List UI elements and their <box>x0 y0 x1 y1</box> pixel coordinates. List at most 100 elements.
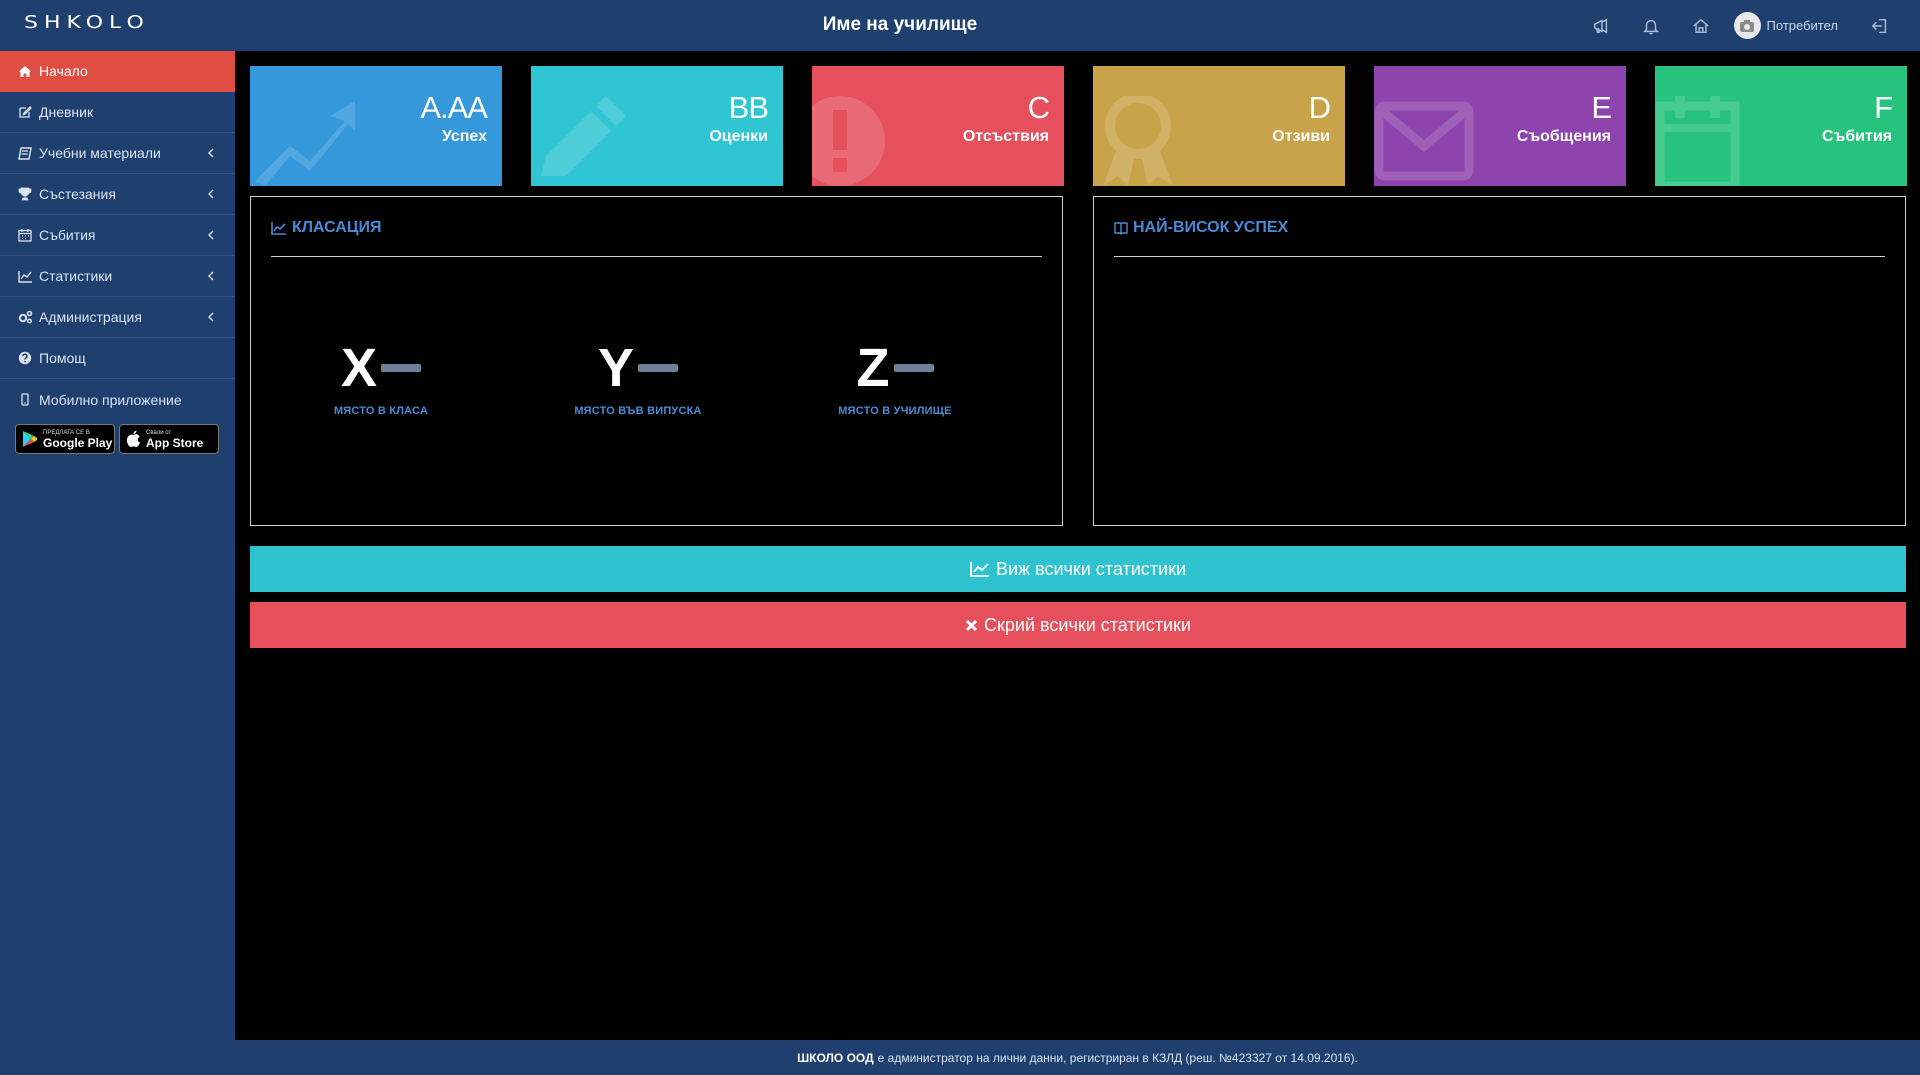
chevron-left-icon <box>208 230 214 240</box>
announcement-icon[interactable] <box>1576 0 1626 51</box>
book-icon <box>1114 222 1128 235</box>
trend-icon <box>255 101 355 186</box>
sidebar-item-events[interactable]: Събития <box>0 215 235 256</box>
footer-company: ШКОЛО ООД <box>797 1050 874 1065</box>
sidebar-item-mobile-app[interactable]: Мобилно приложение <box>0 379 235 420</box>
rank-school: Z МЯСТО В УЧИЛИЩЕ <box>805 337 985 417</box>
sidebar: Начало Дневник Учебни материали Състезан… <box>0 51 235 1075</box>
bell-icon[interactable] <box>1626 0 1676 51</box>
sidebar-item-label: Учебни материали <box>39 145 161 161</box>
view-all-statistics-button[interactable]: Виж всички статистики <box>250 546 1906 592</box>
page-title: Име на училище <box>822 14 978 35</box>
hide-all-statistics-button[interactable]: Скрий всички статистики <box>250 602 1906 648</box>
divider <box>1114 256 1885 257</box>
calendar-icon <box>17 228 33 242</box>
app-store-button[interactable]: Свали от App Store <box>119 424 219 454</box>
user-name: Потребител <box>1766 18 1838 33</box>
cogs-icon <box>17 310 33 324</box>
sidebar-item-label: Помощ <box>39 350 86 366</box>
chevron-left-icon <box>208 189 214 199</box>
google-play-button[interactable]: ПРЕДЛАГА СЕ В Google Play <box>15 424 115 454</box>
tile-absences[interactable]: C Отсъствия <box>812 66 1064 186</box>
top-success-title: НАЙ-ВИСОК УСПЕХ <box>1133 219 1289 236</box>
user-menu[interactable]: Потребител <box>1733 12 1838 39</box>
rank-caption: МЯСТО В КЛАСА <box>333 405 429 417</box>
tile-value: BB <box>728 90 769 125</box>
panel-title: НАЙ-ВИСОК УСПЕХ <box>1114 219 1288 237</box>
button-label: Скрий всички статистики <box>984 614 1191 635</box>
google-play-label: Google Play <box>43 435 113 450</box>
sidebar-item-label: Събития <box>39 227 96 243</box>
home-icon[interactable] <box>1676 0 1726 51</box>
tile-messages[interactable]: E Съобщения <box>1374 66 1626 186</box>
sidebar-item-label: Състезания <box>39 186 116 202</box>
tile-label: Успех <box>441 128 487 145</box>
tile-success[interactable]: A.AA Успех <box>250 66 502 186</box>
chevron-left-icon <box>208 271 214 281</box>
sidebar-item-help[interactable]: Помощ <box>0 338 235 379</box>
chevron-left-icon <box>208 312 214 322</box>
book-icon <box>17 146 33 160</box>
chart-icon <box>970 562 989 577</box>
rank-letter: X <box>340 338 378 398</box>
google-play-small-text: ПРЕДЛАГА СЕ В <box>43 429 90 436</box>
home-icon <box>17 64 33 78</box>
rank-graduating: Y МЯСТО ВЪВ ВИПУСКА <box>548 337 728 417</box>
apple-icon <box>126 430 140 447</box>
rank-placeholder <box>638 364 679 372</box>
footer-text: е администратор на лични данни, регистри… <box>877 1050 1358 1065</box>
rank-class: X МЯСТО В КЛАСА <box>291 337 471 417</box>
panel-title: КЛАСАЦИЯ <box>271 219 382 237</box>
chart-icon <box>17 269 33 283</box>
calendar-icon <box>1655 96 1740 186</box>
avatar <box>1733 12 1761 39</box>
tile-reviews[interactable]: D Отзиви <box>1093 66 1345 186</box>
trophy-icon <box>17 187 33 201</box>
app-store-small-text: Свали от <box>146 429 172 436</box>
chevron-left-icon <box>208 148 214 158</box>
tile-label: Съобщения <box>1516 128 1611 145</box>
edit-icon <box>17 105 33 119</box>
footer: ШКОЛО ООД е администратор на лични данни… <box>235 1040 1920 1075</box>
top-success-panel: НАЙ-ВИСОК УСПЕХ <box>1093 196 1906 526</box>
tile-label: Оценки <box>709 128 768 145</box>
logout-icon[interactable] <box>1860 0 1900 51</box>
rank-letter: Y <box>597 338 635 398</box>
sidebar-item-materials[interactable]: Учебни материали <box>0 133 235 174</box>
tile-value: D <box>1308 90 1331 125</box>
tile-value: F <box>1874 90 1893 125</box>
sidebar-item-diary[interactable]: Дневник <box>0 92 235 133</box>
sidebar-item-administration[interactable]: Администрация <box>0 297 235 338</box>
sidebar-item-competitions[interactable]: Състезания <box>0 174 235 215</box>
ranking-panel: КЛАСАЦИЯ X МЯСТО В КЛАСА Y МЯСТО ВЪВ ВИП… <box>250 196 1063 526</box>
tile-value: A.AA <box>420 90 488 125</box>
top-bar: SHKOLO Име на училище Потребител <box>0 0 1920 51</box>
rank-caption: МЯСТО В УЧИЛИЩЕ <box>838 405 952 417</box>
tile-events[interactable]: F Събития <box>1655 66 1907 186</box>
sidebar-item-label: Начало <box>39 63 88 79</box>
app-store-label: App Store <box>146 435 204 450</box>
sidebar-item-home[interactable]: Начало <box>0 51 235 92</box>
top-actions: Потребител <box>1576 0 1920 51</box>
app-store-links: ПРЕДЛАГА СЕ В Google Play Свали от App S… <box>0 424 235 454</box>
tile-value: C <box>1027 90 1050 125</box>
tile-label: Отзиви <box>1272 128 1330 145</box>
tile-label: Отсъствия <box>962 128 1049 145</box>
ranking-title: КЛАСАЦИЯ <box>292 219 382 236</box>
google-play-icon <box>23 431 37 447</box>
sidebar-item-label: Мобилно приложение <box>39 391 182 408</box>
award-icon <box>1103 96 1173 186</box>
sidebar-item-label: Статистики <box>39 268 113 284</box>
divider <box>271 256 1042 257</box>
rank-placeholder <box>893 364 934 372</box>
rank-caption: МЯСТО ВЪВ ВИПУСКА <box>574 405 702 417</box>
close-icon <box>965 619 978 631</box>
sidebar-item-statistics[interactable]: Статистики <box>0 256 235 297</box>
tile-value: E <box>1591 90 1612 125</box>
sidebar-item-label: Администрация <box>39 309 142 325</box>
tile-label: Събития <box>1822 128 1892 145</box>
button-label: Виж всички статистики <box>995 558 1186 579</box>
tile-grades[interactable]: BB Оценки <box>531 66 783 186</box>
question-icon <box>17 351 33 365</box>
sidebar-item-label: Дневник <box>39 104 94 120</box>
